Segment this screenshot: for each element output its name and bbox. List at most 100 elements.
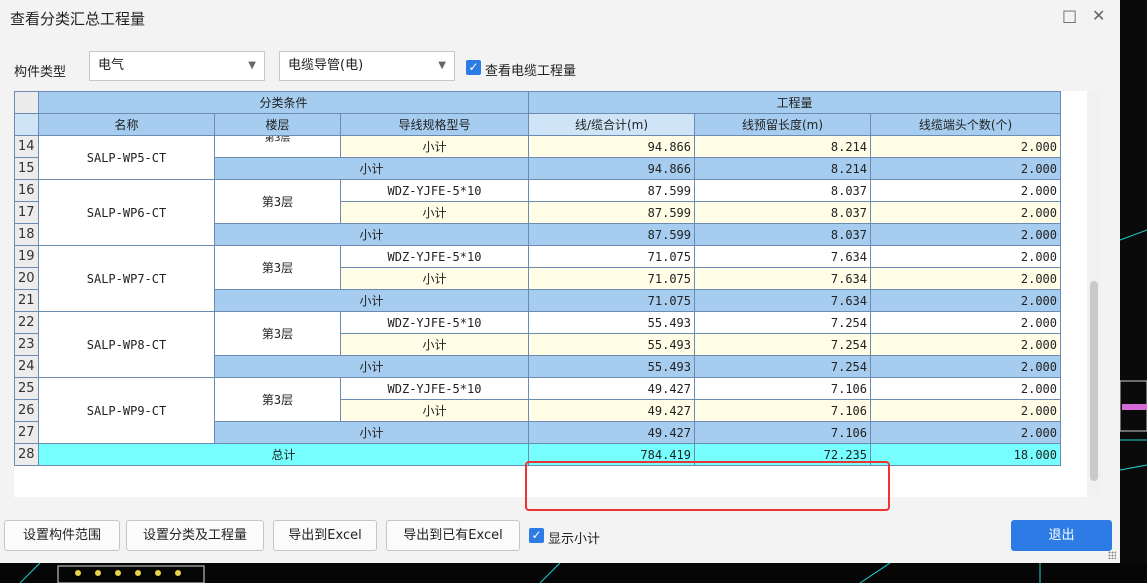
reserve-cell[interactable]: 7.254 <box>694 333 871 356</box>
floor-cell[interactable]: 第3层 <box>214 179 341 224</box>
close-icon[interactable]: ✕ <box>1092 6 1105 25</box>
maximize-icon[interactable]: □ <box>1062 6 1077 25</box>
reserve-cell[interactable]: 8.214 <box>694 135 871 158</box>
ends-cell[interactable]: 2.000 <box>870 179 1061 202</box>
total-cell[interactable]: 87.599 <box>528 201 695 224</box>
ends-cell[interactable]: 2.000 <box>870 223 1061 246</box>
subtotal-label-cell[interactable]: 小计 <box>214 421 529 444</box>
subtotal-label-cell[interactable]: 小计 <box>214 355 529 378</box>
set-component-range-button[interactable]: 设置构件范围 <box>4 520 120 551</box>
spec-cell[interactable]: WDZ-YJFE-5*10 <box>340 245 529 268</box>
view-cable-checkbox[interactable]: ✓ <box>466 60 481 75</box>
column-header-ends[interactable]: 线缆端头个数(个) <box>870 113 1061 136</box>
total-cell[interactable]: 71.075 <box>528 245 695 268</box>
name-cell[interactable]: SALP-WP8-CT <box>38 311 215 378</box>
column-header-spec[interactable]: 导线规格型号 <box>340 113 529 136</box>
ends-cell[interactable]: 2.000 <box>870 135 1061 158</box>
reserve-cell[interactable]: 8.214 <box>694 157 871 180</box>
cad-lines-bottom <box>19 563 1041 583</box>
reserve-cell[interactable]: 7.106 <box>694 377 871 400</box>
grand-total-label[interactable]: 总计 <box>38 443 529 466</box>
table-row[interactable]: 14 SALP-WP5-CT 第3层 小计 94.866 8.214 2.000 <box>14 135 1061 180</box>
ends-cell[interactable]: 2.000 <box>870 157 1061 180</box>
row-number: 26 <box>14 399 39 422</box>
reserve-cell[interactable]: 7.634 <box>694 289 871 312</box>
reserve-cell[interactable]: 7.106 <box>694 421 871 444</box>
show-subtotal-checkbox[interactable]: ✓ <box>529 528 544 543</box>
ends-cell[interactable]: 2.000 <box>870 421 1061 444</box>
spec-cell[interactable]: 小计 <box>340 201 529 224</box>
ends-cell[interactable]: 2.000 <box>870 245 1061 268</box>
column-header-name[interactable]: 名称 <box>38 113 215 136</box>
ends-cell[interactable]: 2.000 <box>870 355 1061 378</box>
total-cell[interactable]: 49.427 <box>528 399 695 422</box>
component-subtype-select[interactable]: 电缆导管(电) ▼ <box>279 51 455 81</box>
total-cell[interactable]: 71.075 <box>528 267 695 290</box>
spec-cell[interactable]: 小计 <box>340 399 529 422</box>
view-cable-label: 查看电缆工程量 <box>485 64 577 79</box>
total-cell[interactable]: 87.599 <box>528 223 695 246</box>
spec-cell[interactable]: WDZ-YJFE-5*10 <box>340 377 529 400</box>
set-classify-quantity-button[interactable]: 设置分类及工程量 <box>126 520 264 551</box>
total-cell[interactable]: 55.493 <box>528 355 695 378</box>
ends-cell[interactable]: 2.000 <box>870 311 1061 334</box>
table-row[interactable]: 19 SALP-WP7-CT 第3层 WDZ-YJFE-5*10 71.075 … <box>14 245 1061 312</box>
reserve-cell[interactable]: 8.037 <box>694 201 871 224</box>
column-header-total[interactable]: 线/缆合计(m) <box>528 113 695 136</box>
exit-button[interactable]: 退出 <box>1011 520 1112 551</box>
reserve-cell[interactable]: 8.037 <box>694 179 871 202</box>
total-cell[interactable]: 94.866 <box>528 135 695 158</box>
reserve-cell[interactable]: 7.254 <box>694 355 871 378</box>
ends-cell[interactable]: 2.000 <box>870 267 1061 290</box>
ends-cell[interactable]: 2.000 <box>870 333 1061 356</box>
floor-cell[interactable]: 第3层 <box>214 377 341 422</box>
total-cell[interactable]: 49.427 <box>528 421 695 444</box>
spec-cell[interactable]: WDZ-YJFE-5*10 <box>340 311 529 334</box>
reserve-cell[interactable]: 7.106 <box>694 399 871 422</box>
ends-cell[interactable]: 2.000 <box>870 289 1061 312</box>
reserve-cell[interactable]: 8.037 <box>694 223 871 246</box>
spec-cell[interactable]: 小计 <box>340 267 529 290</box>
reserve-cell[interactable]: 7.634 <box>694 245 871 268</box>
spec-cell[interactable]: 小计 <box>340 135 529 158</box>
name-cell[interactable]: SALP-WP6-CT <box>38 179 215 246</box>
reserve-cell[interactable]: 7.634 <box>694 267 871 290</box>
export-existing-excel-button[interactable]: 导出到已有Excel <box>386 520 520 551</box>
table-row[interactable]: 25 SALP-WP9-CT 第3层 WDZ-YJFE-5*10 49.427 … <box>14 377 1061 444</box>
table-row[interactable]: 22 SALP-WP8-CT 第3层 WDZ-YJFE-5*10 55.493 … <box>14 311 1061 378</box>
column-header-reserve[interactable]: 线预留长度(m) <box>694 113 871 136</box>
floor-cell[interactable]: 第3层 <box>214 135 341 158</box>
chevron-down-icon: ▼ <box>248 60 256 71</box>
resize-grip-icon[interactable] <box>1108 551 1116 559</box>
column-header-floor[interactable]: 楼层 <box>214 113 341 136</box>
row-header <box>14 113 39 136</box>
vertical-scrollbar[interactable] <box>1087 91 1101 497</box>
summary-grid: 分类条件 工程量 名称 楼层 导线规格型号 线/缆合计(m) 线预留长度(m) … <box>14 91 1101 497</box>
table-row[interactable]: 16 SALP-WP6-CT 第3层 WDZ-YJFE-5*10 87.599 … <box>14 179 1061 246</box>
reserve-cell[interactable]: 7.254 <box>694 311 871 334</box>
name-cell[interactable]: SALP-WP7-CT <box>38 245 215 312</box>
floor-cell[interactable]: 第3层 <box>214 245 341 290</box>
total-cell[interactable]: 55.493 <box>528 311 695 334</box>
export-excel-button[interactable]: 导出到Excel <box>273 520 377 551</box>
name-cell[interactable]: SALP-WP9-CT <box>38 377 215 444</box>
row-number: 16 <box>14 179 39 202</box>
grand-ends-cell[interactable]: 18.000 <box>870 443 1061 466</box>
ends-cell[interactable]: 2.000 <box>870 201 1061 224</box>
spec-cell[interactable]: WDZ-YJFE-5*10 <box>340 179 529 202</box>
total-cell[interactable]: 49.427 <box>528 377 695 400</box>
spec-cell[interactable]: 小计 <box>340 333 529 356</box>
total-cell[interactable]: 55.493 <box>528 333 695 356</box>
subtotal-label-cell[interactable]: 小计 <box>214 223 529 246</box>
ends-cell[interactable]: 2.000 <box>870 377 1061 400</box>
subtotal-label-cell[interactable]: 小计 <box>214 289 529 312</box>
component-type-select[interactable]: 电气 ▼ <box>89 51 265 81</box>
total-cell[interactable]: 94.866 <box>528 157 695 180</box>
total-cell[interactable]: 71.075 <box>528 289 695 312</box>
scrollbar-thumb[interactable] <box>1090 281 1098 481</box>
total-cell[interactable]: 87.599 <box>528 179 695 202</box>
ends-cell[interactable]: 2.000 <box>870 399 1061 422</box>
subtotal-label-cell[interactable]: 小计 <box>214 157 529 180</box>
floor-cell[interactable]: 第3层 <box>214 311 341 356</box>
name-cell[interactable]: SALP-WP5-CT <box>38 135 215 180</box>
